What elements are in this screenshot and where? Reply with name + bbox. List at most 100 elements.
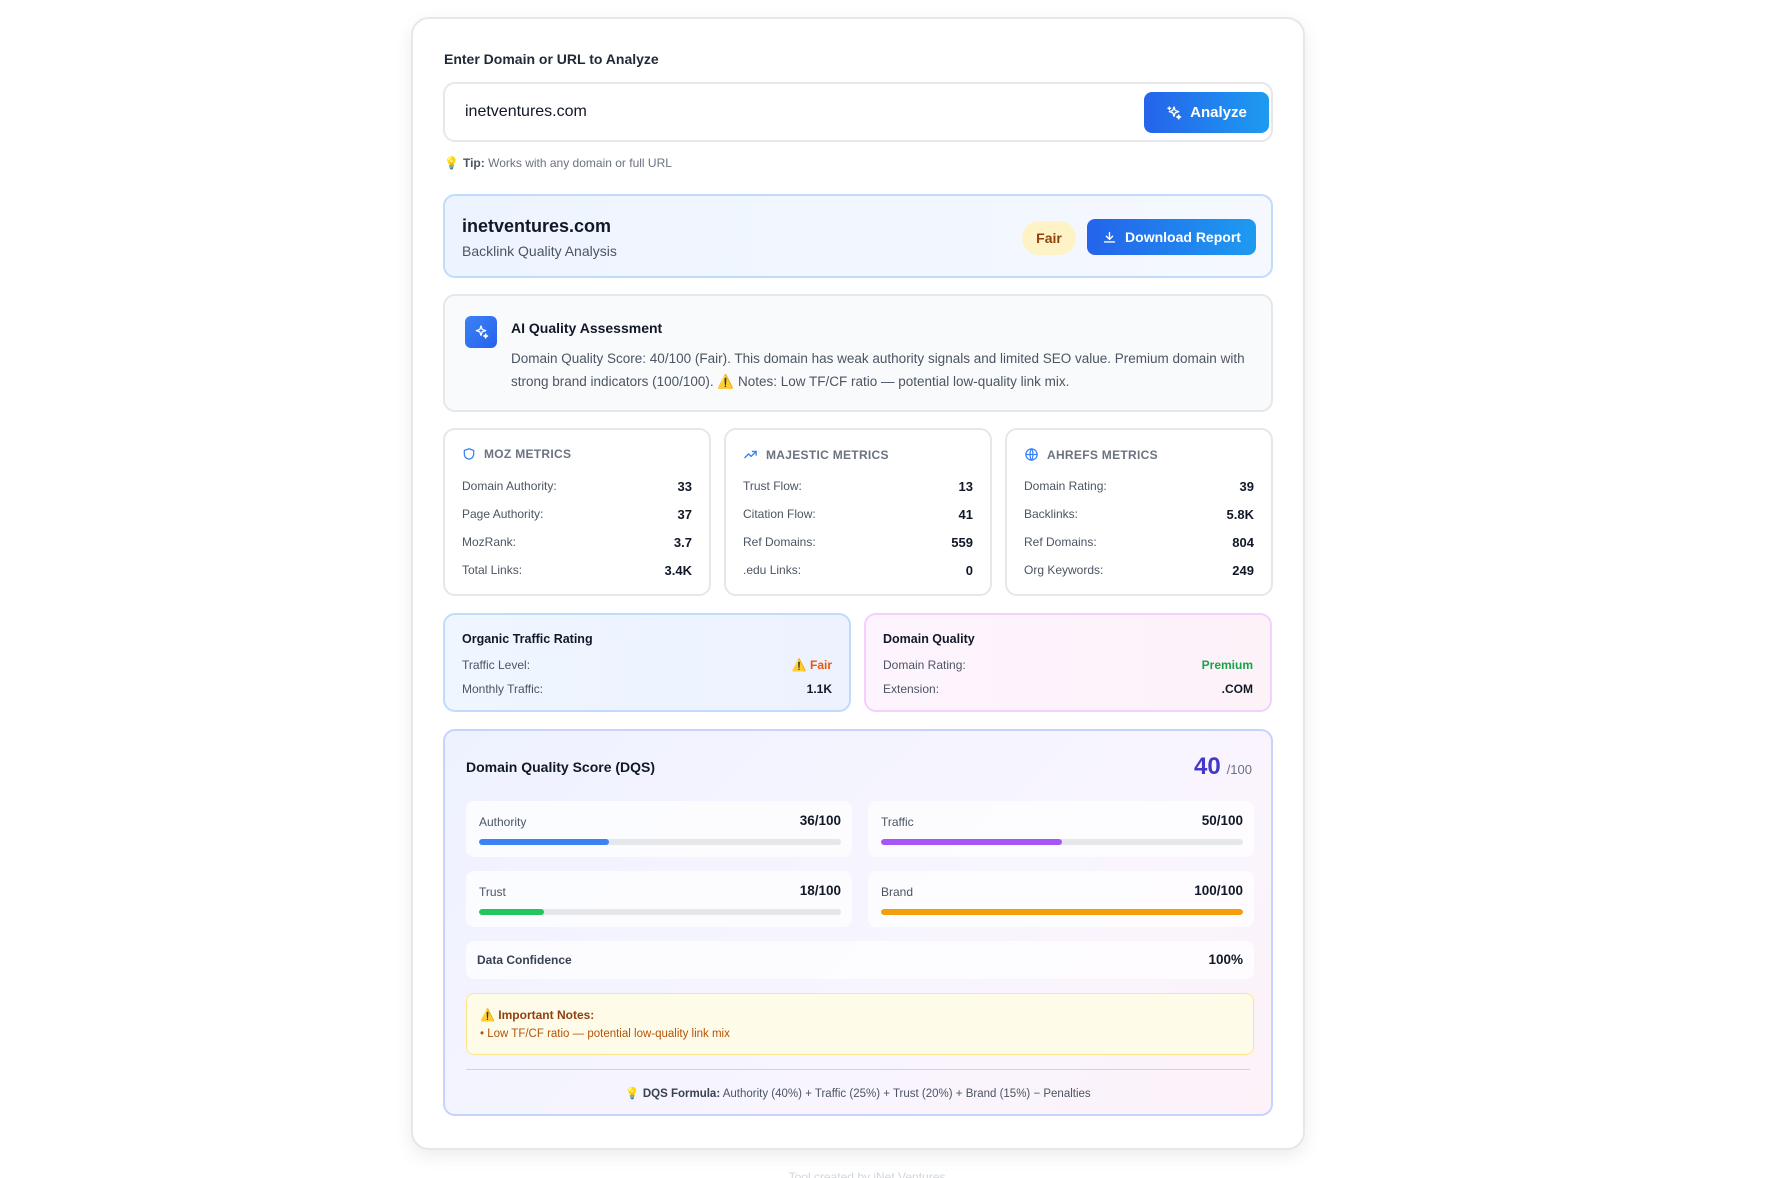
- score-label: Authority: [479, 815, 527, 829]
- metric-row: Ref Domains: 559: [743, 533, 973, 551]
- notes-item: • Low TF/CF ratio — potential low-qualit…: [480, 1028, 730, 1040]
- lightbulb-icon: 💡: [625, 1088, 640, 1100]
- info-label: Extension:: [883, 682, 940, 696]
- metric-value: 13: [958, 478, 973, 494]
- score-card-traffic: Traffic 50/100: [868, 801, 1254, 857]
- ai-assessment-note: Notes: Low TF/CF ratio — potential low-q…: [737, 374, 1070, 389]
- info-row: Traffic Level: ⚠️ Fair: [462, 656, 832, 674]
- metric-value: 37: [677, 506, 692, 522]
- ahrefs-metrics-card: AHREFS METRICS Domain Rating: 39 Backlink…: [1005, 428, 1273, 596]
- dqs-formula: 💡 DQS Formula: Authority (40%) + Traffic…: [445, 1086, 1271, 1100]
- metric-row: Trust Flow: 13: [743, 477, 973, 495]
- result-subtitle: Backlink Quality Analysis: [462, 243, 617, 259]
- warning-icon: ⚠️: [791, 658, 807, 672]
- score-value: 18/100: [799, 883, 841, 898]
- dqs-score-max: /100: [1226, 762, 1252, 777]
- organic-traffic-card: Organic Traffic Rating Traffic Level: ⚠️…: [443, 613, 851, 712]
- progress-track: [479, 839, 841, 845]
- metric-value: 3.4K: [664, 562, 692, 578]
- metric-row: Total Links: 3.4K: [462, 561, 692, 579]
- formula-text: Authority (40%) + Traffic (25%) + Trust …: [722, 1088, 1091, 1100]
- tip-bold: Tip:: [462, 156, 485, 170]
- ahrefs-metrics-header: AHREFS METRICS: [1024, 447, 1158, 462]
- domain-rating-value: Premium: [1201, 658, 1253, 672]
- progress-track: [881, 909, 1243, 915]
- info-label: Traffic Level:: [462, 658, 531, 672]
- metric-label: Org Keywords:: [1024, 563, 1104, 577]
- analyze-button[interactable]: Analyze: [1144, 92, 1269, 133]
- metric-row: .edu Links: 0: [743, 561, 973, 579]
- info-row: Monthly Traffic: 1.1K: [462, 680, 832, 698]
- progress-fill: [479, 839, 610, 845]
- metric-label: Trust Flow:: [743, 479, 802, 493]
- metric-row: Backlinks: 5.8K: [1024, 505, 1254, 523]
- progress-track: [479, 909, 841, 915]
- metric-row: Page Authority: 37: [462, 505, 692, 523]
- info-row: Extension: .COM: [883, 680, 1253, 698]
- globe-icon: [1025, 448, 1038, 461]
- progress-fill: [881, 909, 1243, 915]
- metric-value: 5.8K: [1226, 506, 1254, 522]
- metric-label: Page Authority:: [462, 507, 544, 521]
- confidence-label: Data Confidence: [477, 953, 572, 967]
- analyze-label: Analyze: [1190, 104, 1247, 121]
- ai-assessment-text: Domain Quality Score: 40/100 (Fair). Thi…: [511, 347, 1251, 393]
- metric-label: Citation Flow:: [743, 507, 816, 521]
- notes-title-row: ⚠️ Important Notes:: [480, 1008, 594, 1022]
- domain-input[interactable]: [465, 96, 1105, 128]
- metric-label: Ref Domains:: [1024, 535, 1097, 549]
- metric-value: 804: [1232, 534, 1254, 550]
- metric-value: 33: [677, 478, 692, 494]
- moz-metrics-title: MOZ METRICS: [484, 447, 572, 461]
- divider: [466, 1069, 1250, 1070]
- ai-sparkles-icon: [465, 316, 497, 348]
- traffic-level-text: Fair: [809, 658, 832, 672]
- info-label: Domain Rating:: [883, 658, 966, 672]
- metric-label: Total Links:: [462, 563, 523, 577]
- formula-bold: DQS Formula:: [642, 1088, 721, 1100]
- info-label: Monthly Traffic:: [462, 682, 544, 696]
- download-icon: [1103, 231, 1116, 243]
- info-row: Domain Rating: Premium: [883, 656, 1253, 674]
- warning-icon: ⚠️: [717, 374, 735, 389]
- metric-label: Domain Authority:: [462, 479, 557, 493]
- important-notes: ⚠️ Important Notes: • Low TF/CF ratio — …: [466, 993, 1254, 1055]
- tip-body: Works with any domain or full URL: [488, 156, 672, 170]
- result-header: inetventures.com Backlink Quality Analys…: [443, 194, 1273, 278]
- metric-row: Citation Flow: 41: [743, 505, 973, 523]
- majestic-metrics-card: MAJESTIC METRICS Trust Flow: 13 Citation …: [724, 428, 992, 596]
- progress-fill: [479, 909, 545, 915]
- sparkles-icon: [1167, 105, 1182, 120]
- domain-input-wrapper: Analyze: [443, 82, 1273, 142]
- dqs-panel: Domain Quality Score (DQS) 40 /100 Autho…: [443, 729, 1273, 1116]
- progress-track: [881, 839, 1243, 845]
- lightbulb-icon: 💡: [444, 156, 459, 170]
- trending-up-icon: [744, 450, 757, 459]
- metric-label: MozRank:: [462, 535, 517, 549]
- metric-value: 3.7: [673, 534, 692, 550]
- score-card-authority: Authority 36/100: [466, 801, 852, 857]
- info-value: 1.1K: [806, 682, 832, 696]
- metric-value: 41: [958, 506, 973, 522]
- moz-metrics-card: MOZ METRICS Domain Authority: 33 Page Aut…: [443, 428, 711, 596]
- domain-quality-card: Domain Quality Domain Rating: Premium Ex…: [864, 613, 1272, 712]
- metric-row: Ref Domains: 804: [1024, 533, 1254, 551]
- score-value: 50/100: [1201, 813, 1243, 828]
- ahrefs-metrics-title: AHREFS METRICS: [1047, 447, 1158, 462]
- dqs-score: 40 /100: [1194, 753, 1252, 781]
- majestic-metrics-title: MAJESTIC METRICS: [766, 447, 889, 462]
- organic-traffic-title: Organic Traffic Rating: [462, 632, 593, 646]
- traffic-level-value: ⚠️ Fair: [792, 658, 832, 672]
- info-value: .COM: [1221, 682, 1253, 696]
- metric-value: 559: [951, 534, 973, 550]
- majestic-metrics-header: MAJESTIC METRICS: [743, 447, 889, 462]
- metric-value: 0: [965, 562, 973, 578]
- domain-quality-title: Domain Quality: [883, 632, 975, 646]
- metric-label: Ref Domains:: [743, 535, 816, 549]
- score-card-trust: Trust 18/100: [466, 871, 852, 927]
- result-domain: inetventures.com: [462, 216, 612, 236]
- dqs-score-value: 40: [1193, 753, 1221, 780]
- score-card-brand: Brand 100/100: [868, 871, 1254, 927]
- download-report-button[interactable]: Download Report: [1087, 219, 1256, 255]
- notes-title: Important Notes:: [498, 1008, 595, 1022]
